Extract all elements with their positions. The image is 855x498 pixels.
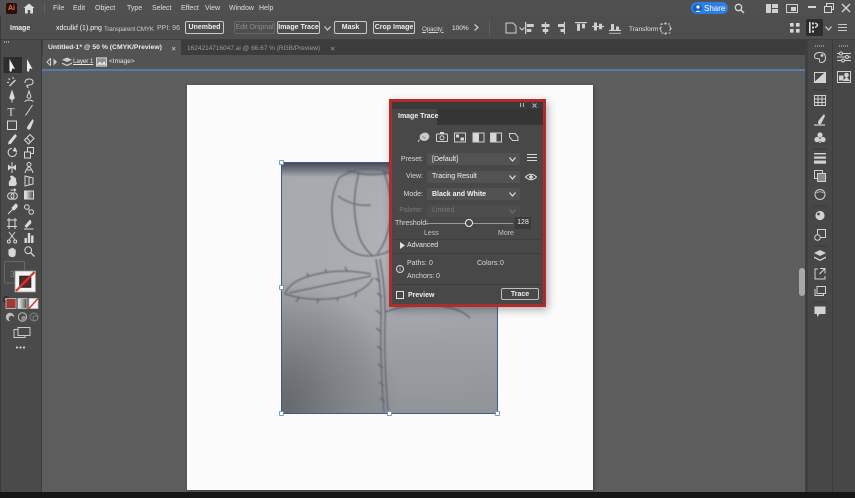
svg-text:T: T xyxy=(8,107,15,119)
svg-text:3: 3 xyxy=(10,270,15,279)
